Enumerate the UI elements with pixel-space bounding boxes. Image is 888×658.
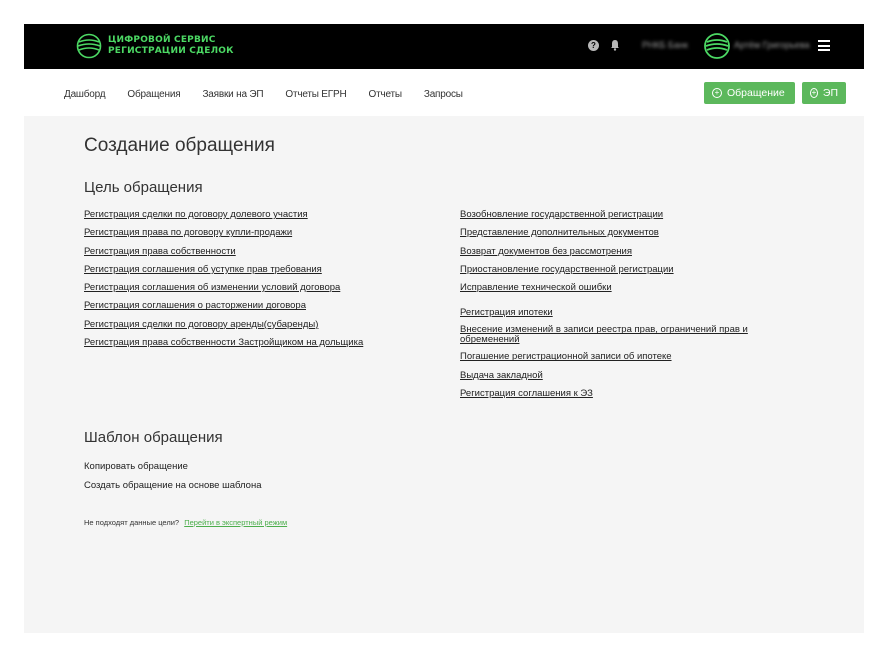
- goal-link[interactable]: Регистрация соглашения к ЭЗ: [460, 388, 790, 400]
- bank-name: РНКБ Банк: [642, 40, 688, 50]
- main-nav: Дашборд Обращения Заявки на ЭП Отчеты ЕГ…: [24, 69, 864, 116]
- bell-icon[interactable]: [610, 39, 620, 51]
- nav-items: Дашборд Обращения Заявки на ЭП Отчеты ЕГ…: [64, 89, 485, 100]
- goal-link[interactable]: Регистрация сделки по договору долевого …: [84, 209, 363, 221]
- goal-link[interactable]: Возобновление государственной регистраци…: [460, 209, 790, 221]
- nav-item-reports[interactable]: Отчеты: [368, 89, 402, 100]
- copy-appeal-link[interactable]: Копировать обращение: [84, 461, 261, 473]
- goal-link[interactable]: Регистрация сделки по договору аренды(су…: [84, 319, 363, 331]
- goal-link[interactable]: Выдача закладной: [460, 370, 790, 382]
- brand-line-2: РЕГИСТРАЦИИ СДЕЛОК: [108, 46, 234, 56]
- goal-link[interactable]: Регистрация соглашения об уступке прав т…: [84, 264, 363, 276]
- nav-item-dashboard[interactable]: Дашборд: [64, 89, 106, 100]
- template-heading: Шаблон обращения: [84, 429, 223, 446]
- goal-link[interactable]: Регистрация права собственности: [84, 246, 363, 258]
- goal-link[interactable]: Регистрация ипотеки: [460, 307, 790, 319]
- new-appeal-label: Обращение: [727, 87, 785, 99]
- expert-mode-row: Не подходят данные цели? Перейти в экспе…: [84, 518, 287, 527]
- goal-link[interactable]: Регистрация права по договору купли-прод…: [84, 227, 363, 239]
- user-avatar[interactable]: [704, 33, 730, 59]
- goal-link[interactable]: Регистрация соглашения об изменении усло…: [84, 282, 363, 294]
- nav-item-ep-requests[interactable]: Заявки на ЭП: [202, 89, 263, 100]
- plus-circle-icon: +: [810, 88, 818, 98]
- plus-circle-icon: +: [712, 88, 722, 98]
- expert-question: Не подходят данные цели?: [84, 518, 180, 527]
- goal-link[interactable]: Исправление технической ошибки: [460, 282, 790, 294]
- brand-name[interactable]: ЦИФРОВОЙ СЕРВИС РЕГИСТРАЦИИ СДЕЛОК: [108, 35, 234, 57]
- new-appeal-button[interactable]: + Обращение: [704, 82, 795, 104]
- goal-link[interactable]: Возврат документов без рассмотрения: [460, 246, 790, 258]
- page-title: Создание обращения: [84, 135, 275, 156]
- goal-link[interactable]: Регистрация соглашения о расторжении дог…: [84, 300, 363, 312]
- user-name[interactable]: Артём Григорьева: [734, 40, 810, 50]
- goal-links-right: Возобновление государственной регистраци…: [460, 209, 790, 406]
- nav-item-queries[interactable]: Запросы: [424, 89, 463, 100]
- expert-mode-link[interactable]: Перейти в экспертный режим: [184, 518, 287, 527]
- create-from-template-link[interactable]: Создать обращение на основе шаблона: [84, 480, 261, 492]
- goal-links-left: Регистрация сделки по договору долевого …: [84, 209, 363, 355]
- goal-heading: Цель обращения: [84, 179, 203, 196]
- top-bar: ЦИФРОВОЙ СЕРВИС РЕГИСТРАЦИИ СДЕЛОК ? РНК…: [24, 24, 864, 69]
- goal-link[interactable]: Регистрация права собственности Застройщ…: [84, 337, 363, 349]
- template-links: Копировать обращение Создать обращение н…: [84, 461, 261, 499]
- brand-line-1: ЦИФРОВОЙ СЕРВИС: [108, 35, 216, 45]
- goal-link[interactable]: Представление дополнительных документов: [460, 227, 790, 239]
- logo-icon[interactable]: [76, 33, 102, 59]
- nav-item-appeals[interactable]: Обращения: [127, 89, 180, 100]
- goal-link[interactable]: Погашение регистрационной записи об ипот…: [460, 351, 790, 363]
- nav-item-egrn-reports[interactable]: Отчеты ЕГРН: [285, 89, 346, 100]
- app-window: ЦИФРОВОЙ СЕРВИС РЕГИСТРАЦИИ СДЕЛОК ? РНК…: [24, 24, 864, 633]
- new-ep-label: ЭП: [822, 87, 838, 99]
- new-ep-button[interactable]: + ЭП: [802, 82, 846, 104]
- goal-link[interactable]: Приостановление государственной регистра…: [460, 264, 790, 276]
- goal-link[interactable]: Внесение изменений в записи реестра прав…: [460, 325, 790, 345]
- question-circle-icon[interactable]: ?: [588, 40, 599, 51]
- hamburger-menu-icon[interactable]: [818, 40, 830, 51]
